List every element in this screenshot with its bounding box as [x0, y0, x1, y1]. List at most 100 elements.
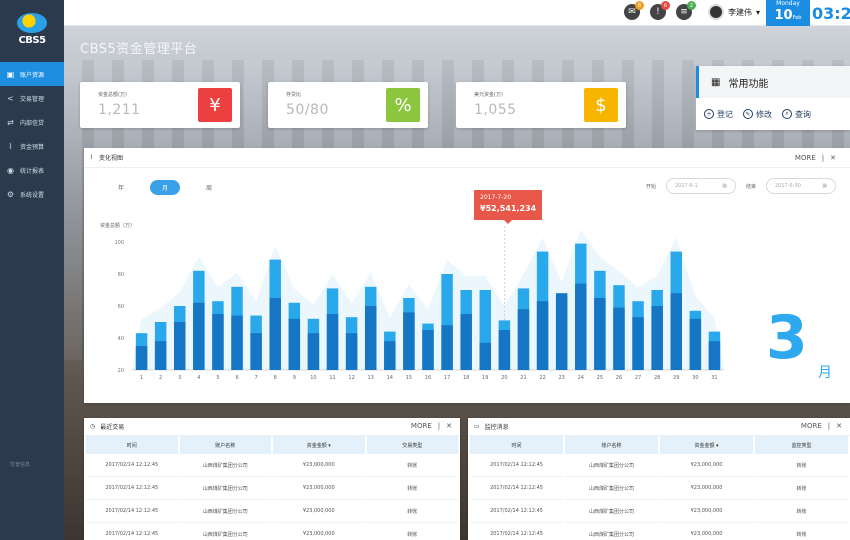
percent-icon: % — [386, 88, 420, 122]
close-icon[interactable]: ✕ — [446, 422, 452, 430]
x-tick-label: 22 — [539, 375, 545, 381]
bar-series-1 — [670, 293, 682, 370]
logo[interactable]: CBS5 — [0, 0, 64, 58]
table-header-row: 时间 账户名称 资金金额 ▾ 监控类型 — [470, 436, 848, 454]
stat-card-usd[interactable]: 美元资金(万) 1,055 $ — [456, 82, 626, 128]
grid-icon: ▦ — [711, 76, 721, 88]
table-cell: 山西煤矿集团分公司 — [179, 500, 271, 523]
date-box: Monday 10Feb — [766, 0, 810, 26]
bar-series-1 — [193, 302, 205, 370]
table-cell: ¥23,000,000 — [273, 500, 365, 523]
tooltip-value: ¥52,541,234 — [480, 204, 537, 213]
table-cell: 2017/02/14 12:12:45 — [470, 523, 563, 540]
column-header[interactable]: 账户名称 — [179, 436, 271, 454]
table-cell: 山西煤矿集团分公司 — [565, 454, 658, 477]
table-cell: 转账 — [366, 477, 458, 500]
y-tick-label: 60 — [118, 304, 124, 310]
table-row[interactable]: 2017/02/14 12:12:45 山西煤矿集团分公司 ¥23,000,000 转… — [470, 477, 848, 500]
x-tick-label: 16 — [425, 375, 431, 381]
bar-series-1 — [708, 341, 721, 370]
stat-card-ratio[interactable]: 存贷比 50/80 % — [268, 82, 428, 128]
bar-series-1 — [594, 298, 606, 370]
stat-card-total[interactable]: 资金总额(万) 1,211 ¥ — [80, 82, 240, 128]
message-icon[interactable]: ✉ 8 — [623, 1, 644, 20]
user-menu[interactable]: 李建伟 ▾ — [707, 4, 760, 20]
date-day-month: 10Feb — [766, 8, 810, 26]
x-tick-label: 27 — [635, 375, 641, 381]
more-link[interactable]: MORE — [411, 422, 432, 430]
table-cell: 2017/02/14 12:12:45 — [86, 500, 178, 523]
search-doc-icon: ⌕ — [782, 109, 792, 119]
bar-series-1 — [384, 341, 396, 370]
table-cell: 山西煤矿集团分公司 — [565, 477, 658, 500]
y-tick-label: 40 — [118, 336, 124, 342]
table-row[interactable]: 2017/02/14 12:12:45 山西煤矿集团分公司 ¥23,000,000 转… — [86, 523, 458, 540]
table-cell: 山西煤矿集团分公司 — [179, 477, 271, 500]
table-row[interactable]: 2017/02/14 12:12:45 山西煤矿集团分公司 ¥23,000,000 转… — [470, 523, 848, 540]
x-tick-label: 18 — [463, 375, 469, 381]
table-cell: ¥23,000,000 — [273, 454, 365, 477]
table-row[interactable]: 2017/02/14 12:12:45 山西煤矿集团分公司 ¥23,000,000 转… — [86, 454, 458, 477]
sort-down-icon: ▾ — [328, 442, 331, 449]
edit-button[interactable]: ✎ 修改 — [743, 109, 772, 120]
message-badge: 8 — [634, 1, 644, 10]
x-tick-label: 14 — [387, 375, 393, 381]
x-tick-label: 1 — [140, 375, 143, 381]
register-button[interactable]: + 登记 — [704, 109, 733, 120]
sidebar-item-budget[interactable]: ⌇ 资金预算 — [0, 134, 64, 158]
table-cell: 山西煤矿集团分公司 — [179, 454, 271, 477]
table-row[interactable]: 2017/02/14 12:12:45 山西煤矿集团分公司 ¥23,000,000 转… — [86, 500, 458, 523]
table-row[interactable]: 2017/02/14 12:12:45 山西煤矿集团分公司 ¥23,000,000 转… — [470, 500, 848, 523]
stat-value: 1,211 — [98, 102, 141, 118]
sidebar-item-trade[interactable]: < 交易管理 — [0, 86, 64, 110]
query-button[interactable]: ⌕ 查询 — [782, 109, 811, 120]
logo-text: CBS5 — [18, 34, 46, 46]
sidebar-item-label: 内部信贷 — [20, 119, 45, 127]
x-tick-label: 31 — [711, 375, 717, 381]
bar-series-1 — [575, 283, 587, 370]
x-tick-label: 11 — [329, 375, 335, 381]
more-link[interactable]: MORE — [801, 422, 822, 430]
page-title: CBS5资金管理平台 — [80, 42, 198, 57]
todo-badge: 2 — [686, 1, 696, 10]
bar-series-1 — [632, 317, 644, 370]
x-tick-label: 30 — [692, 375, 698, 381]
stat-label: 存贷比 — [286, 92, 302, 98]
column-header[interactable]: 交易类型 — [366, 436, 458, 454]
sidebar-item-credit[interactable]: ⇄ 内部信贷 — [0, 110, 64, 134]
bar-series-1 — [689, 318, 702, 370]
todo-icon[interactable]: ≡ 2 — [675, 1, 696, 20]
sidebar: CBS5 ▣ 账户资源 < 交易管理 ⇄ 内部信贷 ⌇ 资金预算 ◉ 统计报表 … — [0, 0, 64, 540]
bar-series-1 — [460, 314, 472, 370]
share-icon: < — [7, 93, 14, 103]
sidebar-item-settings[interactable]: ⚙ 系统设置 — [0, 182, 64, 206]
bar-series-1 — [555, 293, 568, 370]
table-row[interactable]: 2017/02/14 12:12:45 山西煤矿集团分公司 ¥23,000,000 转… — [86, 477, 458, 500]
bar-series-1 — [154, 341, 167, 370]
table-cell: ¥23,000,000 — [273, 477, 365, 500]
sidebar-item-account[interactable]: ▣ 账户资源 — [0, 62, 64, 86]
avatar — [707, 4, 724, 20]
column-header-sortable[interactable]: 资金金额 ▾ — [273, 436, 365, 454]
dollar-icon: $ — [584, 88, 618, 122]
column-header[interactable]: 账户名称 — [565, 436, 658, 454]
user-name: 李建伟 — [727, 7, 752, 17]
separator-icon: | — [827, 422, 831, 430]
sidebar-item-report[interactable]: ◉ 统计报表 — [0, 158, 64, 182]
alert-icon[interactable]: ! 6 — [649, 1, 670, 20]
recent-transactions-panel: ◷ 最近交易 MORE | ✕ 时间 账户名称 资金金额 ▾ 交易类型 2017… — [84, 418, 460, 540]
column-header[interactable]: 时间 — [470, 436, 563, 454]
column-header-sortable[interactable]: 资金金额 ▾ — [660, 436, 753, 454]
x-tick-label: 17 — [444, 375, 450, 381]
sidebar-nav: ▣ 账户资源 < 交易管理 ⇄ 内部信贷 ⌇ 资金预算 ◉ 统计报表 ⚙ 系统设… — [0, 62, 64, 206]
table-cell: 2017/02/14 12:12:45 — [470, 454, 563, 477]
table-row[interactable]: 2017/02/14 12:12:45 山西煤矿集团分公司 ¥23,000,000 转… — [470, 454, 848, 477]
monitor-title: 监控消息 — [484, 424, 509, 431]
column-header[interactable]: 监控类型 — [755, 436, 848, 454]
close-icon[interactable]: ✕ — [836, 422, 842, 430]
monitor-messages-panel: ▭ 监控消息 MORE | ✕ 时间 账户名称 资金金额 ▾ 监控类型 2017… — [468, 418, 850, 540]
bar-series-1 — [231, 315, 243, 370]
register-icon: + — [704, 109, 714, 119]
stat-label: 美元资金(万) — [474, 92, 503, 98]
column-header[interactable]: 时间 — [86, 436, 178, 454]
